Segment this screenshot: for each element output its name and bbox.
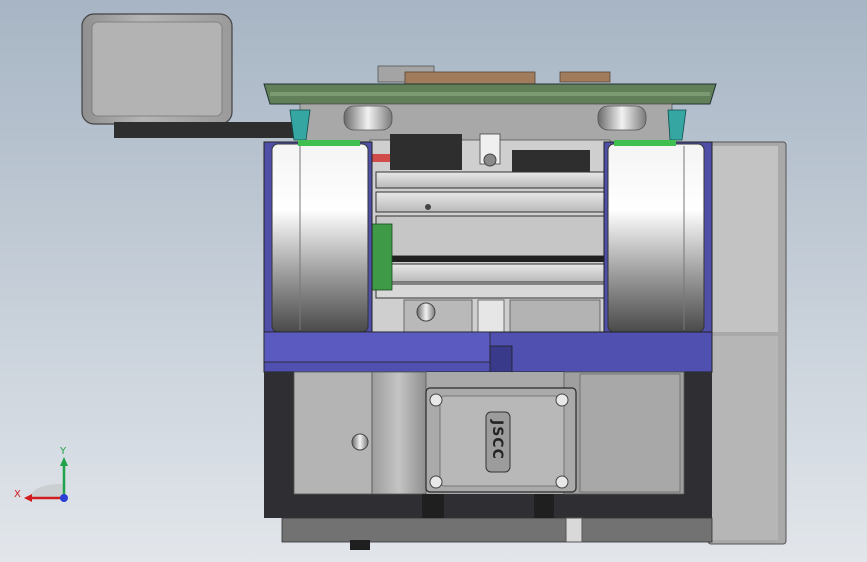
motor-label: JSCC — [489, 419, 505, 460]
triad-y-label: Y — [59, 446, 67, 457]
cad-viewport[interactable]: JSCC Y X — [0, 0, 867, 562]
right-wheel[interactable] — [603, 140, 713, 339]
triad-x-label: X — [14, 489, 21, 500]
central-chassis[interactable] — [369, 133, 611, 341]
blue-base-frame[interactable] — [263, 331, 713, 373]
right-side-plate[interactable] — [707, 141, 787, 545]
lower-stepper-motor[interactable]: JSCC — [425, 387, 577, 493]
left-wheel[interactable] — [263, 140, 373, 339]
